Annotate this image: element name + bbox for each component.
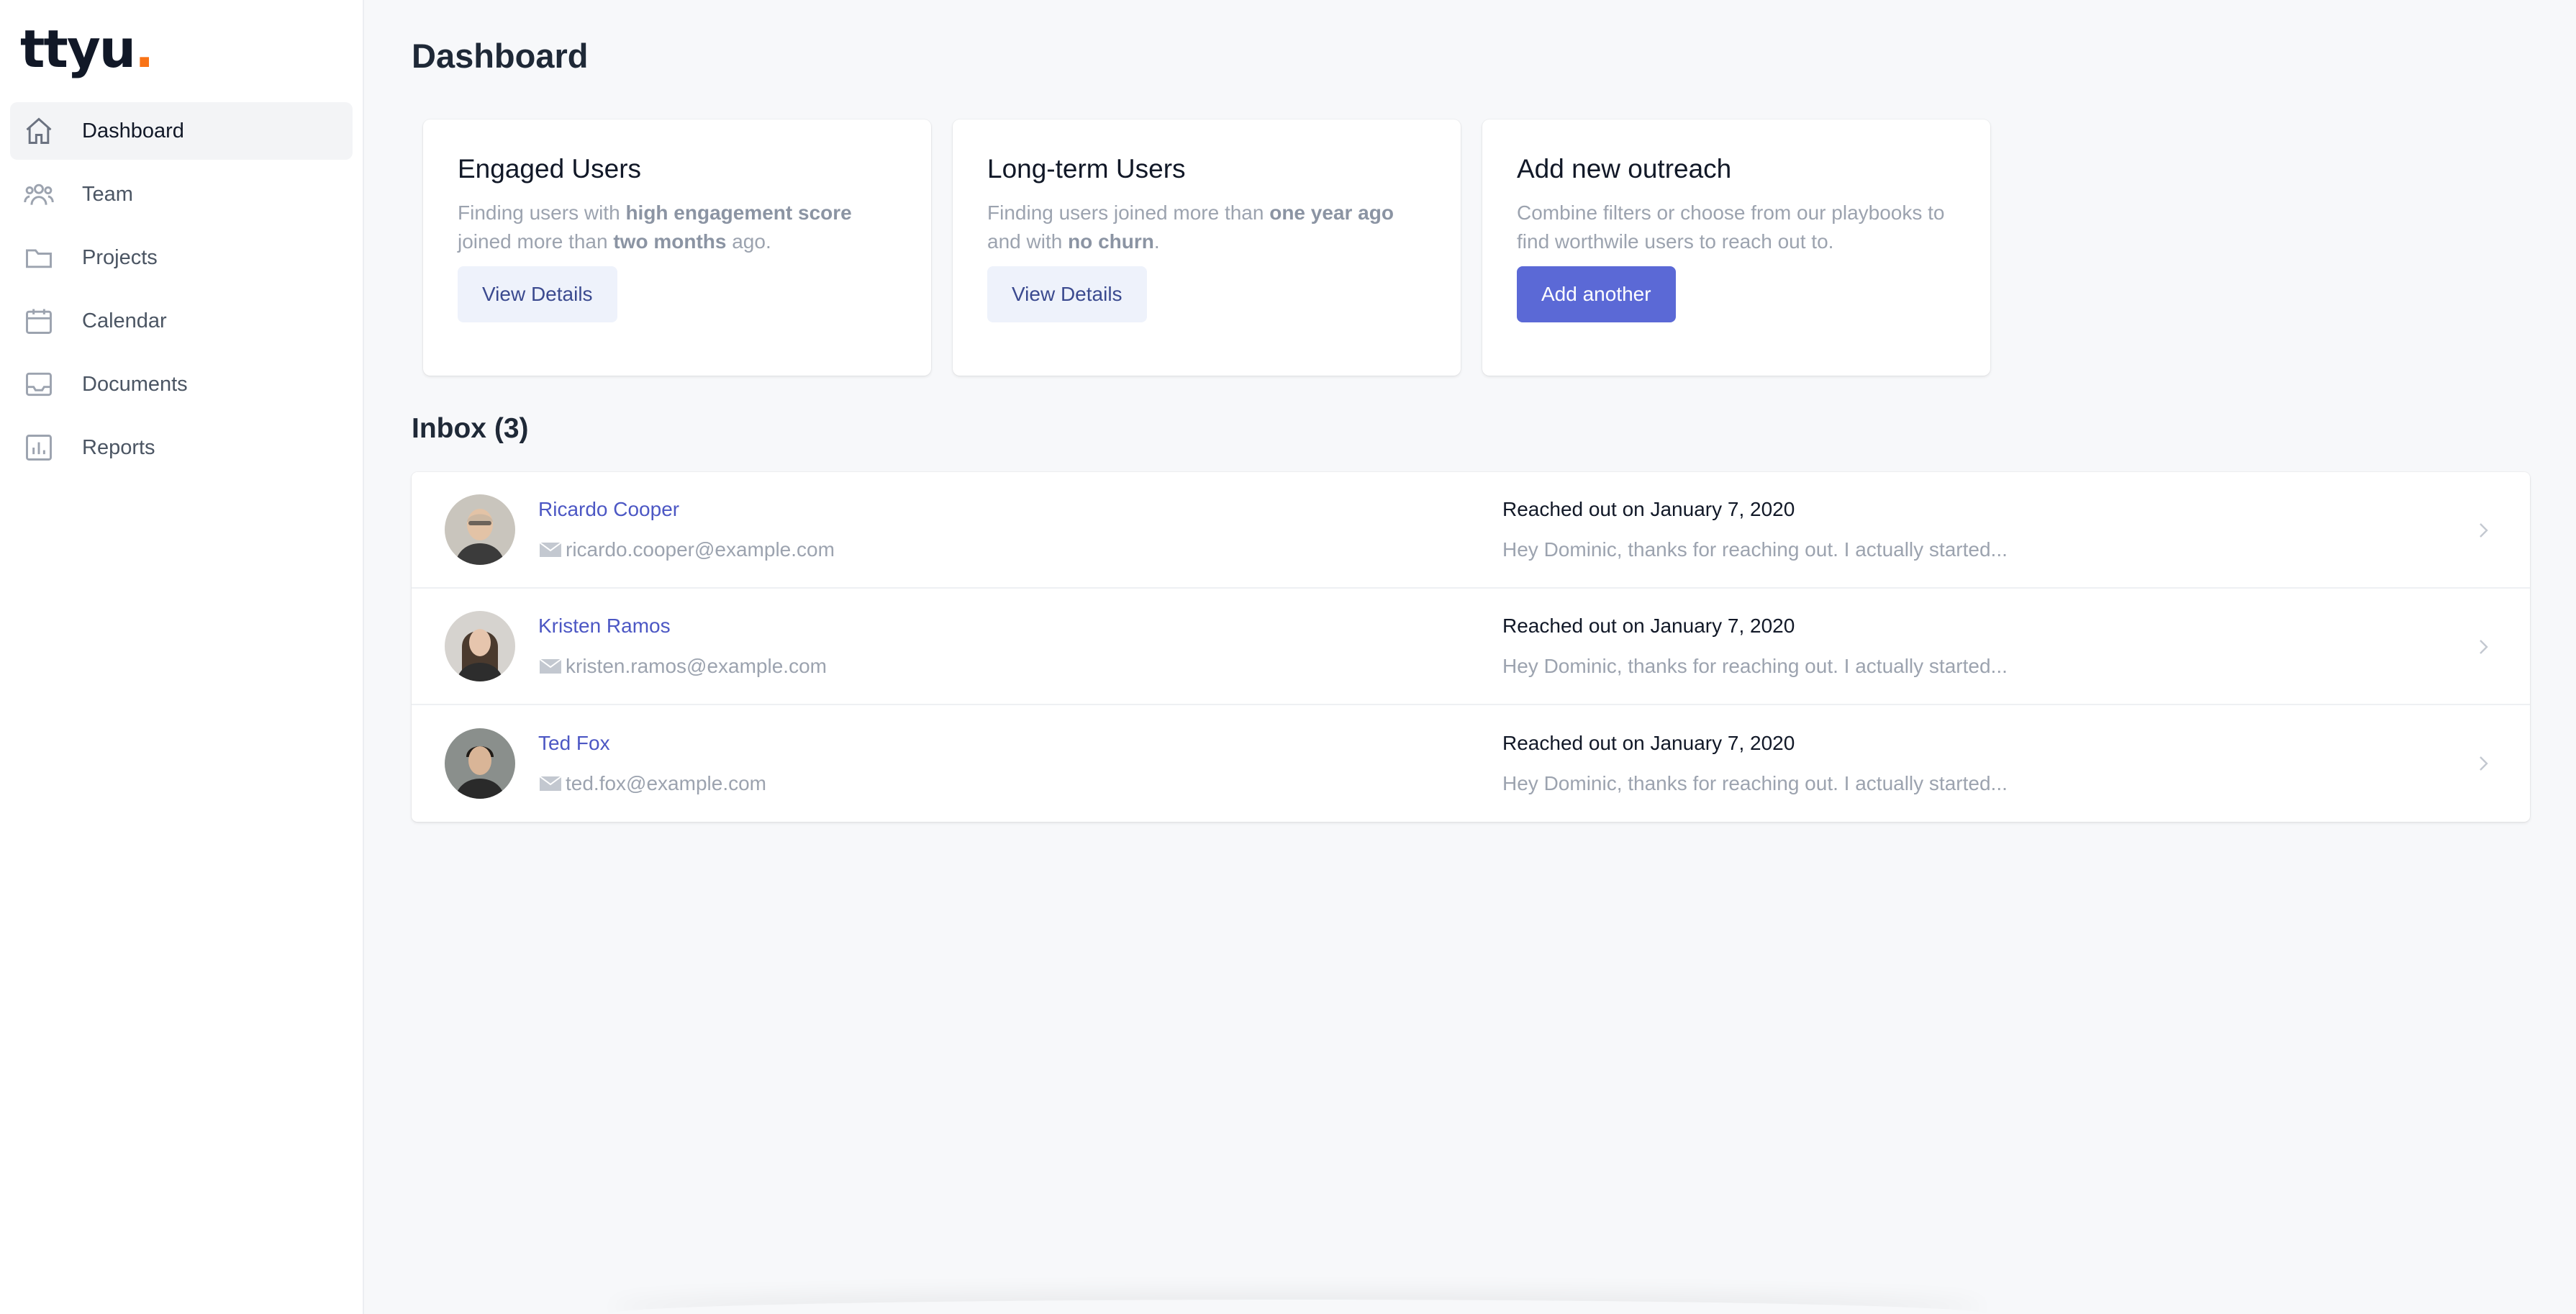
card-description: Finding users joined more than one year … xyxy=(987,199,1426,266)
email-text: ted.fox@example.com xyxy=(566,772,766,794)
avatar xyxy=(445,494,515,565)
inbox-icon xyxy=(23,368,55,400)
card-description: Finding users with high engagement score… xyxy=(458,199,897,266)
card-title: Add new outreach xyxy=(1517,154,1732,183)
sidebar-item-label: Dashboard xyxy=(82,119,184,142)
inbox-row[interactable]: Ricardo Cooper ricardo.cooper@example.co… xyxy=(412,472,2530,589)
view-details-button[interactable]: View Details xyxy=(458,266,617,322)
sidebar-item-projects[interactable]: Projects xyxy=(10,229,353,286)
avatar xyxy=(445,611,515,681)
card-desc-text: Finding users with xyxy=(458,201,626,224)
sidebar-item-label: Documents xyxy=(82,372,188,396)
message-info: Reached out on January 7, 2020 Hey Domin… xyxy=(1502,732,2438,795)
card-desc-emphasis: high engagement score xyxy=(625,201,852,224)
inbox-title: Inbox (3) xyxy=(412,413,529,444)
sidebar-item-documents[interactable]: Documents xyxy=(10,355,353,413)
reached-date: Reached out on January 7, 2020 xyxy=(1502,615,1795,637)
contact-name[interactable]: Kristen Ramos xyxy=(538,615,1502,637)
sidebar-item-dashboard[interactable]: Dashboard xyxy=(10,102,353,160)
message-info: Reached out on January 7, 2020 Hey Domin… xyxy=(1502,498,2438,561)
card-desc-emphasis: two months xyxy=(613,230,727,253)
sidebar-nav: Dashboard Team Projects Calendar Documen… xyxy=(10,102,353,476)
card-desc-text: and with xyxy=(987,230,1069,253)
sidebar-item-label: Calendar xyxy=(82,309,167,332)
card-title: Long-term Users xyxy=(987,154,1186,183)
logo[interactable]: ttyu. xyxy=(10,0,353,98)
reached-date: Reached out on January 7, 2020 xyxy=(1502,732,1795,754)
card-desc-emphasis: no churn xyxy=(1068,230,1154,253)
sidebar-item-label: Reports xyxy=(82,435,155,459)
inbox-row[interactable]: Kristen Ramos kristen.ramos@example.com … xyxy=(412,589,2530,705)
inbox-row[interactable]: Ted Fox ted.fox@example.com Reached out … xyxy=(412,705,2530,822)
contact-email: kristen.ramos@example.com xyxy=(538,655,1502,678)
logo-text: ttyu xyxy=(20,19,136,79)
avatar xyxy=(445,728,515,799)
email-text: kristen.ramos@example.com xyxy=(566,655,827,677)
card-desc-text: ago. xyxy=(726,230,771,253)
home-icon xyxy=(23,115,55,147)
inbox-list: Ricardo Cooper ricardo.cooper@example.co… xyxy=(412,472,2530,822)
sidebar-item-calendar[interactable]: Calendar xyxy=(10,292,353,350)
calendar-icon xyxy=(23,305,55,337)
contact-name[interactable]: Ricardo Cooper xyxy=(538,498,1502,520)
logo-dot: . xyxy=(135,19,154,79)
view-details-button[interactable]: View Details xyxy=(987,266,1147,322)
mail-icon xyxy=(538,540,563,559)
card-description: Combine filters or choose from our playb… xyxy=(1517,201,1945,253)
cards-row: Engaged Users Finding users with high en… xyxy=(423,119,2530,376)
card-long-term-users: Long-term Users Finding users joined mor… xyxy=(953,119,1461,376)
card-desc-text: Finding users joined more than xyxy=(987,201,1270,224)
mail-icon xyxy=(538,774,563,793)
message-info: Reached out on January 7, 2020 Hey Domin… xyxy=(1502,615,2438,678)
app-root: ttyu. Dashboard Team Projects Calendar D… xyxy=(0,0,2576,1314)
message-preview: Hey Dominic, thanks for reaching out. I … xyxy=(1502,655,2008,677)
contact-name[interactable]: Ted Fox xyxy=(538,732,1502,754)
chevron-right-icon[interactable] xyxy=(2474,753,2493,774)
card-desc-text: . xyxy=(1153,230,1160,253)
bottom-shadow xyxy=(609,1300,1986,1314)
folder-icon xyxy=(23,242,55,273)
card-add-outreach: Add new outreach Combine filters or choo… xyxy=(1482,119,1990,376)
page-title: Dashboard xyxy=(412,37,589,75)
users-icon xyxy=(23,178,55,210)
chart-icon xyxy=(23,432,55,463)
sidebar: ttyu. Dashboard Team Projects Calendar D… xyxy=(0,0,364,1314)
main-content: Dashboard Engaged Users Finding users wi… xyxy=(364,0,2576,1314)
card-desc-emphasis: one year ago xyxy=(1269,201,1394,224)
message-preview: Hey Dominic, thanks for reaching out. I … xyxy=(1502,772,2008,794)
chevron-right-icon[interactable] xyxy=(2474,520,2493,541)
sidebar-item-team[interactable]: Team xyxy=(10,166,353,223)
add-another-button[interactable]: Add another xyxy=(1517,266,1676,322)
sidebar-item-label: Projects xyxy=(82,245,158,269)
card-engaged-users: Engaged Users Finding users with high en… xyxy=(423,119,931,376)
chevron-right-icon[interactable] xyxy=(2474,636,2493,658)
contact-email: ted.fox@example.com xyxy=(538,772,1502,795)
message-preview: Hey Dominic, thanks for reaching out. I … xyxy=(1502,538,2008,561)
email-text: ricardo.cooper@example.com xyxy=(566,538,835,561)
contact-info: Ted Fox ted.fox@example.com xyxy=(538,732,1502,795)
card-desc-text: joined more than xyxy=(458,230,614,253)
contact-email: ricardo.cooper@example.com xyxy=(538,538,1502,561)
card-title: Engaged Users xyxy=(458,154,642,183)
mail-icon xyxy=(538,657,563,676)
contact-info: Ricardo Cooper ricardo.cooper@example.co… xyxy=(538,498,1502,561)
contact-info: Kristen Ramos kristen.ramos@example.com xyxy=(538,615,1502,678)
reached-date: Reached out on January 7, 2020 xyxy=(1502,498,1795,520)
sidebar-item-label: Team xyxy=(82,182,133,206)
sidebar-item-reports[interactable]: Reports xyxy=(10,419,353,476)
